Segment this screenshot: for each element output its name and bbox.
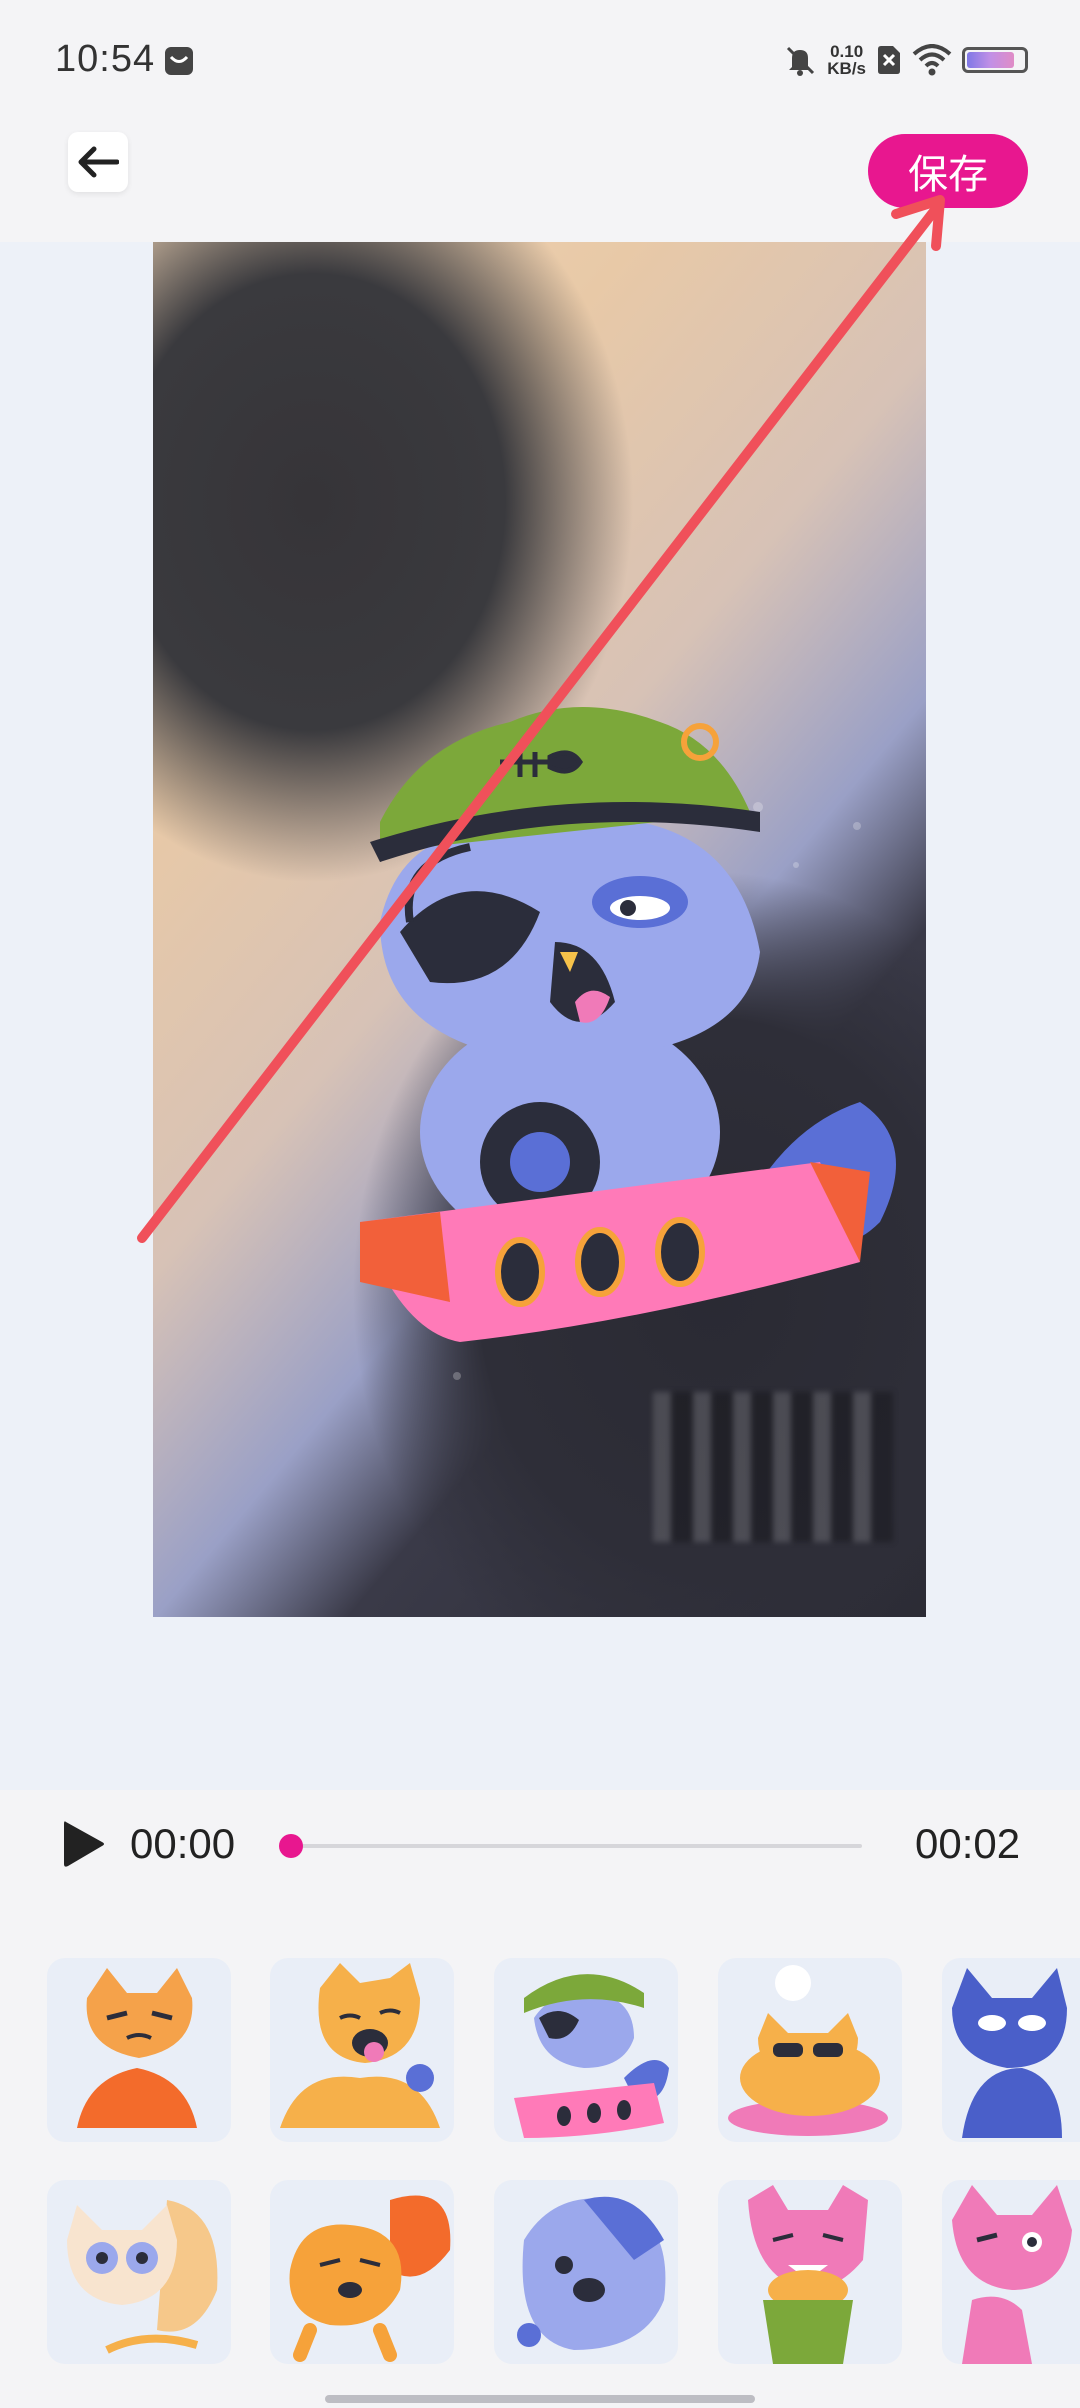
current-time: 00:00 <box>130 1820 236 1867</box>
pink-cat-in-pot-icon <box>748 2185 868 2364</box>
progress-knob[interactable] <box>279 1834 303 1858</box>
playback-bar: 00:00 00:02 <box>0 1790 1080 1910</box>
home-indicator[interactable] <box>325 2395 755 2403</box>
pirate-cat-boat-icon <box>514 1974 669 2138</box>
play-icon[interactable] <box>60 1818 106 1870</box>
sticker-item[interactable] <box>942 2180 1080 2364</box>
orange-cat-sunglasses-icon <box>728 1965 888 2136</box>
sticker-item[interactable] <box>494 1958 678 2142</box>
sticker-item[interactable] <box>942 1958 1080 2142</box>
sticker-item[interactable] <box>47 1958 231 2142</box>
total-time: 00:02 <box>915 1820 1021 1867</box>
progress-track[interactable] <box>292 1844 862 1848</box>
sticker-item[interactable] <box>718 1958 902 2142</box>
orange-cat-grumpy-icon <box>77 1968 197 2128</box>
blue-cat-lying-icon <box>517 2196 666 2350</box>
editor-canvas[interactable] <box>0 195 1080 1790</box>
pink-cat-winking-icon <box>952 2185 1072 2364</box>
orange-cat-tongue-icon <box>280 1963 440 2128</box>
sticker-item[interactable] <box>718 2180 902 2364</box>
orange-cat-running-icon <box>289 2195 451 2362</box>
sticker-grid <box>0 1958 1080 2378</box>
cream-cat-glasses-icon <box>67 2200 218 2354</box>
sticker-item[interactable] <box>270 2180 454 2364</box>
sticker-item[interactable] <box>270 1958 454 2142</box>
sticker-item[interactable] <box>47 2180 231 2364</box>
annotation-arrow <box>137 195 945 1243</box>
blue-cat-sitting-icon <box>952 1968 1067 2138</box>
sticker-item[interactable] <box>494 2180 678 2364</box>
